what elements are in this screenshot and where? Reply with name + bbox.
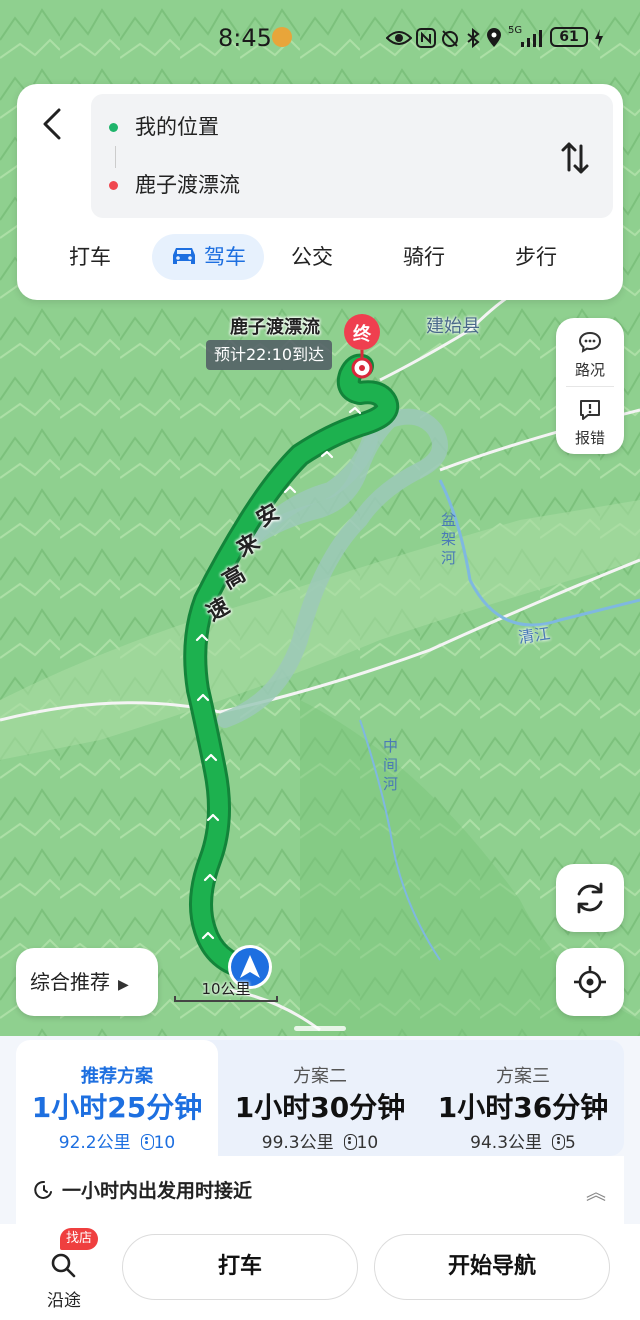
traffic-light-icon <box>343 1134 357 1150</box>
location-inputs: 我的位置 鹿子渡漂流 <box>91 94 613 218</box>
plan-option-3[interactable]: 方案三 1小时36分钟 94.3公里 5 <box>422 1040 624 1156</box>
bluetooth-icon <box>467 28 480 48</box>
traffic-button[interactable]: 路况 <box>556 320 624 386</box>
eta-badge: 预计22:10到达 <box>206 340 333 370</box>
swap-direction-icon[interactable] <box>557 138 593 178</box>
signal-icon <box>521 30 542 47</box>
river-label-panjia: 盆架河 <box>439 512 457 569</box>
car-icon <box>173 248 195 264</box>
double-chevron-up-icon[interactable]: ︽ <box>586 1176 606 1205</box>
plan-list: 推荐方案 1小时25分钟 92.2公里 10 方案二 1小时30分钟 99.3公里… <box>16 1040 624 1156</box>
tab-transit-label: 公交 <box>291 245 333 269</box>
start-navigation-button[interactable]: 开始导航 <box>374 1234 610 1300</box>
find-shop-badge: 找店 <box>60 1228 99 1250</box>
location-pin-icon <box>487 28 501 47</box>
map-scale: 10公里 <box>174 980 278 1002</box>
refresh-icon <box>577 882 603 914</box>
bottom-action-bar: 沿途 找店 打车 开始导航 <box>0 1224 640 1320</box>
destination-label: 鹿子渡漂流 <box>135 173 240 197</box>
strategy-label: 综合推荐 <box>30 970 110 994</box>
search-icon <box>51 1253 76 1278</box>
report-icon <box>580 400 600 420</box>
plan-meta: 99.3公里 10 <box>218 1128 422 1153</box>
destination-field[interactable]: 鹿子渡漂流 <box>109 170 240 200</box>
tab-cycling[interactable]: 骑行 <box>391 234 457 280</box>
plan-distance: 92.2公里 <box>58 1133 131 1153</box>
origin-label: 我的位置 <box>135 115 219 139</box>
end-marker-label: 终 <box>353 324 371 345</box>
tab-taxi-label: 打车 <box>69 245 111 269</box>
plan-lights: 10 <box>153 1133 176 1153</box>
river-label-zhongjian: 中间河 <box>381 738 399 795</box>
tab-transit[interactable]: 公交 <box>279 234 345 280</box>
tab-walking[interactable]: 步行 <box>503 234 569 280</box>
route-planner-card: 我的位置 鹿子渡漂流 打车 驾车 公交 骑行 步行 <box>17 84 623 300</box>
plan-option-2[interactable]: 方案二 1小时30分钟 99.3公里 10 <box>218 1040 422 1156</box>
battery-indicator: 61 <box>550 27 588 47</box>
plan-meta: 92.2公里 10 <box>16 1128 218 1153</box>
transport-mode-tabs: 打车 驾车 公交 骑行 步行 <box>17 234 623 284</box>
clock-icon <box>34 1180 52 1199</box>
taxi-button[interactable]: 打车 <box>122 1234 358 1300</box>
sheet-drag-handle[interactable] <box>294 1026 346 1031</box>
triangle-right-icon: ▶ <box>118 977 129 993</box>
eye-icon <box>386 31 412 45</box>
route-strategy-button[interactable]: 综合推荐 ▶ <box>16 948 158 1016</box>
tab-cycling-label: 骑行 <box>403 245 445 269</box>
plan-meta: 94.3公里 5 <box>422 1128 624 1153</box>
traffic-light-icon <box>552 1134 566 1150</box>
status-bar: 8:45 5G 61 <box>0 0 640 76</box>
map-tools-panel: 路况 报错 <box>556 318 624 454</box>
charging-icon <box>595 29 603 47</box>
traffic-light-icon <box>140 1134 154 1150</box>
destination-map-label: 鹿子渡漂流 <box>230 317 320 338</box>
chat-dots-icon <box>578 331 602 353</box>
plan-name: 方案三 <box>496 1066 550 1087</box>
traffic-label: 路况 <box>574 361 605 379</box>
tab-walking-label: 步行 <box>515 245 557 269</box>
plan-lights: 10 <box>356 1133 379 1153</box>
departure-tip-text: 一小时内出发用时接近 <box>62 1180 253 1202</box>
monkey-emoji-icon <box>272 27 292 47</box>
divider <box>566 386 614 387</box>
plan-duration: 1小时36分钟 <box>437 1091 609 1124</box>
plan-lights: 5 <box>565 1133 576 1153</box>
tab-drive-label: 驾车 <box>204 245 246 269</box>
nfc-icon <box>416 28 436 48</box>
destination-dot-icon <box>109 181 118 190</box>
plan-duration: 1小时30分钟 <box>234 1091 406 1124</box>
origin-field[interactable]: 我的位置 <box>109 112 219 142</box>
scale-bar <box>174 996 278 1002</box>
plan-name: 方案二 <box>293 1066 347 1087</box>
refresh-route-button[interactable] <box>556 864 624 932</box>
plan-duration: 1小时25分钟 <box>31 1091 203 1124</box>
back-arrow-icon[interactable] <box>37 104 69 144</box>
report-error-button[interactable]: 报错 <box>556 388 624 454</box>
town-label: 建始县 <box>426 316 480 337</box>
route-connector <box>115 146 116 168</box>
tab-taxi[interactable]: 打车 <box>57 234 123 280</box>
along-route-label: 沿途 <box>47 1291 81 1311</box>
clock-time: 8:45 <box>218 24 272 52</box>
tab-drive[interactable]: 驾车 <box>152 234 264 280</box>
locate-me-button[interactable] <box>556 948 624 1016</box>
along-route-button[interactable]: 沿途 <box>38 1242 90 1312</box>
river-label-qingjiang: 清江 <box>517 623 552 648</box>
alarm-off-icon <box>442 30 458 47</box>
crosshair-icon <box>574 966 606 998</box>
departure-tip[interactable]: 一小时内出发用时接近 ︽ <box>16 1156 624 1224</box>
plan-name: 推荐方案 <box>81 1066 153 1087</box>
plan-distance: 99.3公里 <box>261 1133 334 1153</box>
plan-distance: 94.3公里 <box>470 1133 543 1153</box>
report-label: 报错 <box>574 429 605 447</box>
plan-option-recommended[interactable]: 推荐方案 1小时25分钟 92.2公里 10 <box>16 1040 218 1156</box>
origin-dot-icon <box>109 123 118 132</box>
